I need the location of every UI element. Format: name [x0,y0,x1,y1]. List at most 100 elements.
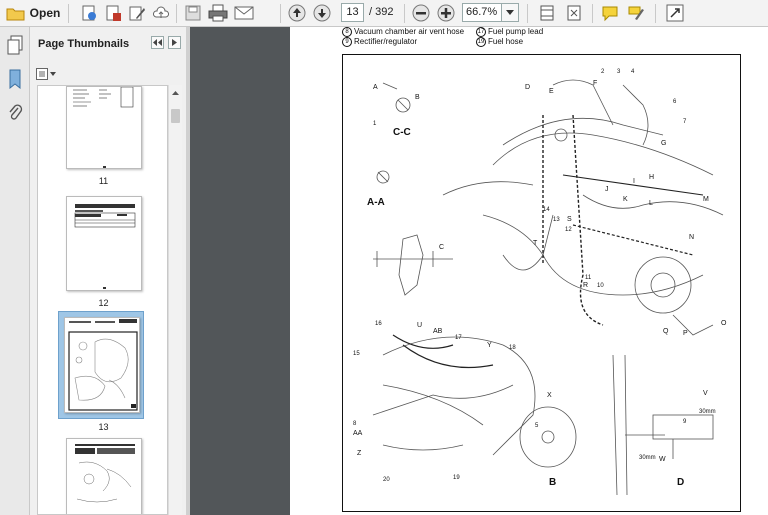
thumbnails-panel: Page Thumbnails 11 12 13 [30,27,186,515]
svg-text:W: W [659,456,666,463]
arrow-down-icon [313,4,331,22]
pencil-page-icon [129,6,145,21]
create-pdf-button[interactable] [78,3,100,23]
toolbar: Open 13 / 392 66.7% [0,0,768,27]
svg-text:8: 8 [353,421,357,427]
svg-text:O: O [721,320,727,327]
convert-icon [106,5,121,21]
double-chevron-left-icon [153,39,162,46]
svg-text:D: D [525,84,530,91]
svg-text:M: M [703,196,709,203]
svg-text:S: S [567,216,572,223]
legend-item: 9 Rectifier/regulator [342,37,417,47]
pdf-page: 8 Vacuum chamber air vent hose 17 Fuel pum… [290,27,768,515]
thumbnail-page-13[interactable] [64,317,140,413]
panel-header: Page Thumbnails [30,27,186,59]
toolbar-separator [404,4,405,23]
legend-item: 19 Fuel hose [476,37,524,47]
arrow-up-icon [288,4,306,22]
collapse-panel-button[interactable] [151,36,164,49]
svg-text:X: X [547,392,552,399]
svg-text:16: 16 [375,321,382,327]
svg-text:Q: Q [663,328,669,335]
diagram-drawing: C-C A-A B D A B C D E F G H I J K L M N … [353,69,727,496]
cloud-upload-icon [152,6,170,18]
options-menu-icon [36,67,56,80]
svg-text:6: 6 [673,99,677,105]
toolbar-separator [655,4,656,23]
comment-button[interactable] [599,3,621,23]
svg-text:13: 13 [553,217,560,223]
thumbnail-page-14[interactable] [66,438,142,514]
svg-text:R: R [583,282,588,289]
svg-text:10: 10 [597,283,604,289]
svg-text:G: G [661,140,666,147]
upload-button[interactable] [150,3,172,23]
zoom-level-input[interactable]: 66.7% [462,3,502,22]
svg-text:A: A [373,84,378,91]
toolbar-separator [592,4,593,23]
fullscreen-button[interactable] [664,3,686,23]
highlight-button[interactable] [625,3,647,23]
svg-text:AA: AA [353,430,363,437]
thumbnail-page-12[interactable] [66,196,142,291]
svg-text:L: L [649,200,653,207]
fit-page-icon [567,5,581,21]
envelope-icon [234,6,254,20]
page-number-input[interactable]: 13 [341,3,364,22]
svg-text:30mm: 30mm [639,455,656,461]
document-viewer[interactable]: 8 Vacuum chamber air vent hose 17 Fuel pum… [190,27,768,515]
toolbar-separator [68,4,69,23]
legend-item: 17 Fuel pump lead [476,27,544,37]
svg-text:Z: Z [357,450,362,457]
svg-text:J: J [605,186,609,193]
section-label-a-a: A-A [367,197,385,208]
thumbnail-page-11[interactable] [66,86,142,169]
open-button[interactable]: Open [4,3,62,23]
floppy-icon [185,5,201,21]
section-label-b: B [549,477,556,488]
thumbnail-options-button[interactable] [36,67,58,80]
svg-text:N: N [689,234,694,241]
navigation-rail [0,27,30,515]
svg-text:AB: AB [433,328,443,335]
svg-text:18: 18 [509,345,516,351]
expand-icon [666,4,684,22]
zoom-in-button[interactable] [435,3,457,23]
thumbnail-scrollbar[interactable] [168,85,182,515]
printer-icon [208,4,228,22]
zoom-out-button[interactable] [410,3,432,23]
create-pdf-icon [82,5,96,21]
bookmarks-nav-button[interactable] [4,67,26,91]
thumbnail-list[interactable]: 11 12 13 [37,85,168,515]
page-thumbnails-nav-button[interactable] [4,33,26,57]
svg-text:1: 1 [373,121,377,127]
previous-page-button[interactable] [286,3,308,23]
edit-button[interactable] [126,3,148,23]
svg-text:5: 5 [535,423,539,429]
svg-text:F: F [593,80,597,87]
email-button[interactable] [232,3,256,23]
bookmark-icon [9,69,21,89]
toolbar-separator [280,4,281,23]
print-button[interactable] [206,3,230,23]
svg-text:H: H [649,174,654,181]
attachments-nav-button[interactable] [4,101,26,125]
svg-text:Y: Y [487,342,492,349]
svg-text:12: 12 [565,227,572,233]
chevron-right-icon [171,39,177,46]
fit-page-button[interactable] [563,3,585,23]
svg-text:2: 2 [601,69,605,75]
svg-text:I: I [633,178,635,185]
expand-panel-button[interactable] [168,36,181,49]
save-button[interactable] [182,3,204,23]
convert-button[interactable] [102,3,124,23]
section-label-d: D [677,477,684,488]
paperclip-icon [9,104,23,120]
scrollbar-thumb[interactable] [171,109,180,123]
fit-width-button[interactable] [536,3,558,23]
toolbar-separator [176,4,177,23]
section-label-c-c: C-C [393,127,411,138]
next-page-button[interactable] [311,3,333,23]
zoom-dropdown-button[interactable] [502,3,519,22]
